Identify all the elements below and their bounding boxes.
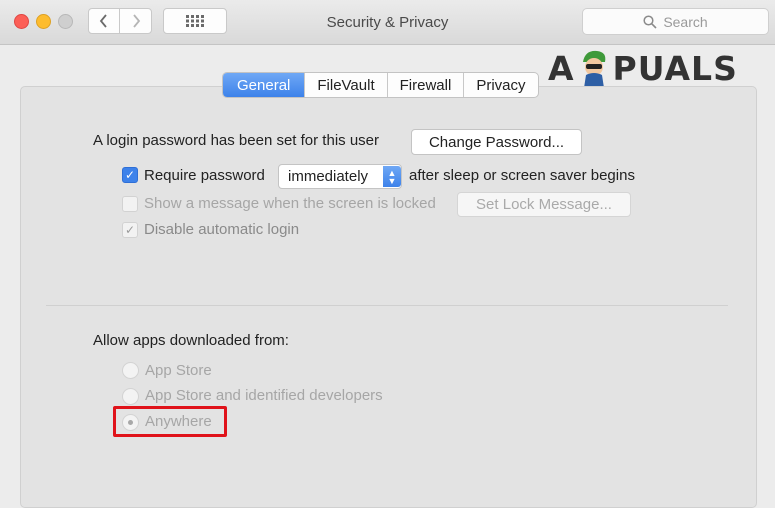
require-password-checkbox[interactable]: ✓ (122, 167, 138, 183)
tab-general[interactable]: General (223, 73, 305, 97)
section-divider (46, 305, 728, 306)
require-password-suffix: after sleep or screen saver begins (409, 167, 635, 184)
radio-app-store-label: App Store (145, 362, 212, 379)
allow-apps-heading: Allow apps downloaded from: (93, 332, 289, 349)
require-password-delay-select[interactable]: immediately ▲ ▼ (278, 164, 402, 189)
radio-identified-developers-label: App Store and identified developers (145, 387, 383, 404)
zoom-window-button[interactable] (58, 14, 73, 29)
show-message-label: Show a message when the screen is locked (144, 195, 436, 212)
search-placeholder: Search (663, 13, 708, 30)
radio-identified-developers[interactable] (122, 388, 139, 405)
mascot-icon (582, 50, 605, 88)
tab-privacy[interactable]: Privacy (463, 73, 537, 97)
forward-button[interactable] (119, 8, 152, 34)
disable-auto-login-label: Disable automatic login (144, 221, 300, 238)
search-field[interactable]: Search (582, 8, 769, 35)
show-message-checkbox[interactable] (122, 196, 138, 212)
tab-bar: General FileVault Firewall Privacy (222, 72, 539, 98)
tab-filevault[interactable]: FileVault (304, 73, 386, 97)
require-password-label: Require password (144, 167, 265, 184)
close-window-button[interactable] (14, 14, 29, 29)
tab-firewall[interactable]: Firewall (386, 73, 464, 97)
back-button[interactable] (88, 8, 120, 34)
chevron-right-icon (132, 14, 140, 28)
change-password-button[interactable]: Change Password... (411, 129, 582, 155)
select-value: immediately (288, 168, 369, 185)
chevron-left-icon (99, 14, 107, 28)
watermark-letters-puals: PUALS (612, 48, 738, 88)
search-icon (643, 14, 657, 29)
watermark-letter-a: A (548, 48, 575, 88)
set-lock-message-button[interactable]: Set Lock Message... (457, 192, 631, 217)
minimize-window-button[interactable] (36, 14, 51, 29)
appuals-watermark: A PUALS (548, 48, 738, 88)
settings-panel (20, 86, 757, 508)
highlight-box (113, 406, 227, 437)
updown-arrows-icon: ▲ ▼ (383, 166, 401, 187)
disable-auto-login-checkbox[interactable]: ✓ (122, 222, 138, 238)
grid-icon (186, 15, 204, 27)
radio-app-store[interactable] (122, 362, 139, 379)
title-bar: Security & Privacy Search (0, 0, 775, 45)
show-all-button[interactable] (163, 8, 227, 34)
login-password-text: A login password has been set for this u… (93, 132, 379, 149)
window-title: Security & Privacy (326, 14, 449, 31)
